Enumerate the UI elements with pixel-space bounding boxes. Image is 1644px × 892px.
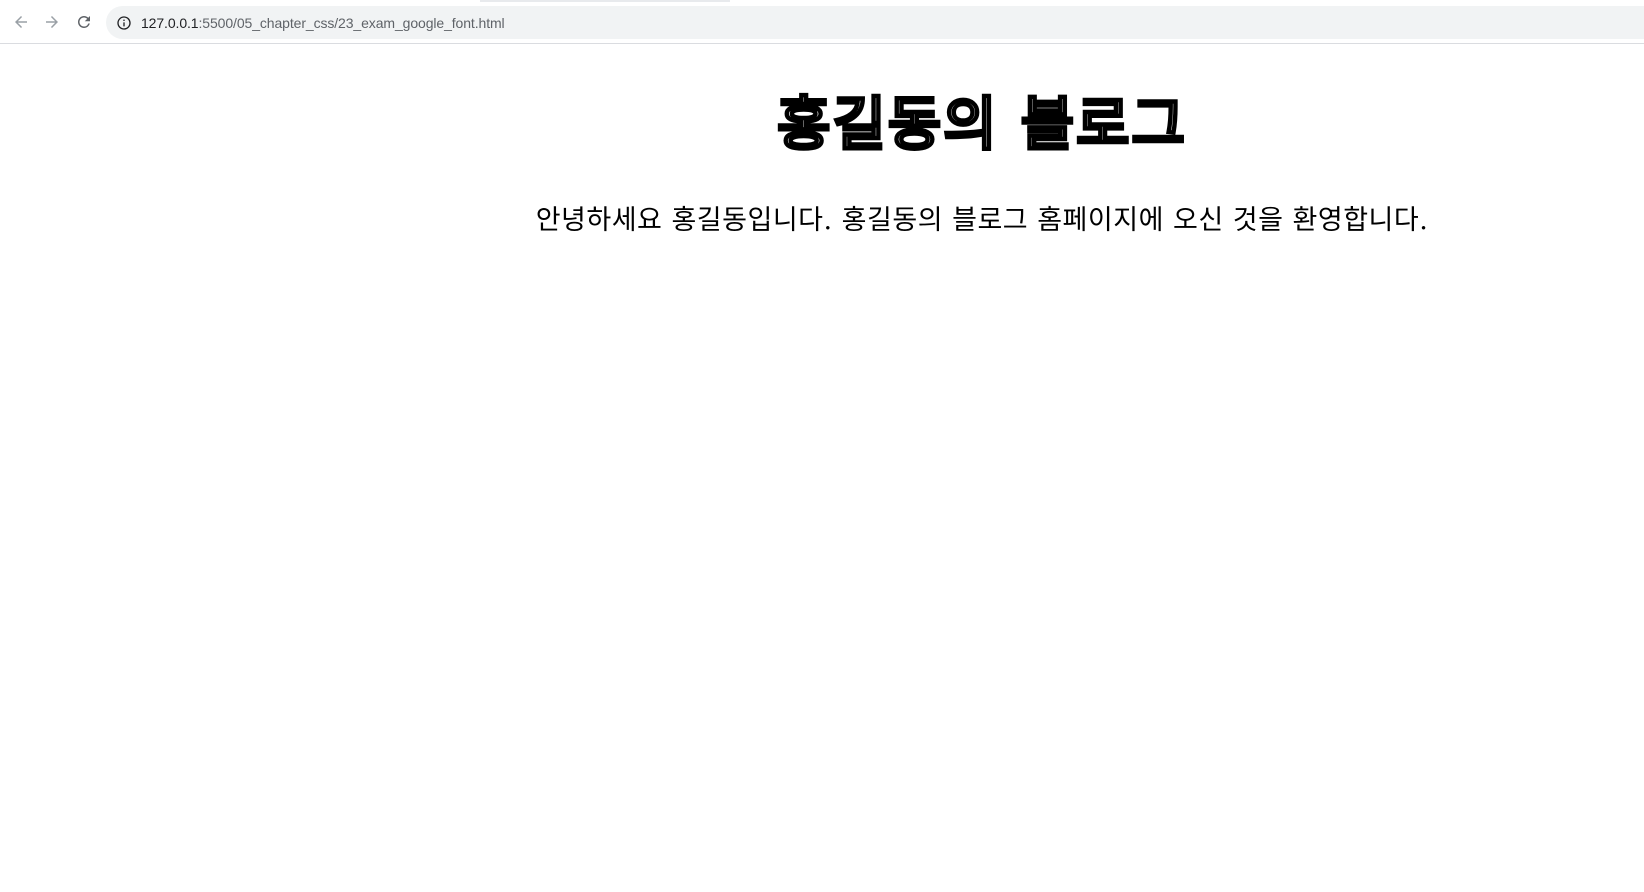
page-content: 홍길동의 블로그 안녕하세요 홍길동입니다. 홍길동의 블로그 홈페이지에 오신… (0, 45, 1644, 892)
intro-paragraph: 안녕하세요 홍길동입니다. 홍길동의 블로그 홈페이지에 오신 것을 환영합니다… (535, 205, 1429, 236)
arrow-right-icon (46, 16, 58, 28)
url-path: :5500/05_chapter_css/23_exam_google_font… (198, 14, 505, 31)
page-title: 홍길동의 블로그 (776, 89, 1187, 160)
back-button[interactable] (7, 8, 35, 36)
info-icon[interactable] (116, 15, 132, 31)
reload-button[interactable] (70, 8, 98, 36)
address-bar[interactable]: 127.0.0.1:5500/05_chapter_css/23_exam_go… (106, 6, 1644, 39)
arrow-left-icon (15, 16, 27, 28)
tab-strip-line (480, 0, 730, 2)
forward-button[interactable] (38, 8, 66, 36)
url-host: 127.0.0.1 (141, 14, 199, 31)
reload-icon (78, 15, 90, 28)
url-text[interactable]: 127.0.0.1:5500/05_chapter_css/23_exam_go… (141, 15, 505, 31)
browser-toolbar: 127.0.0.1:5500/05_chapter_css/23_exam_go… (0, 0, 1644, 44)
